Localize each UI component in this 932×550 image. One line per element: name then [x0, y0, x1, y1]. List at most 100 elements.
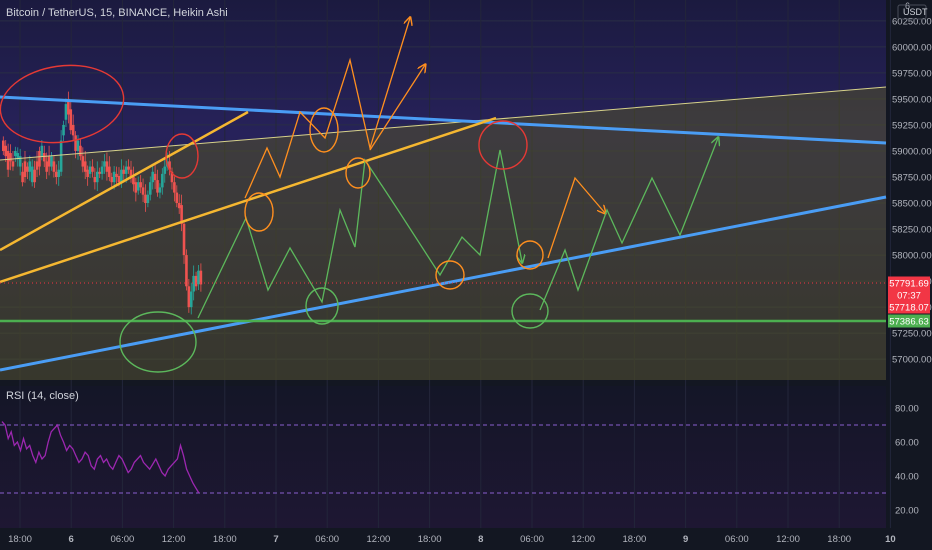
- candle-body: [62, 124, 65, 136]
- candle-body: [74, 135, 77, 151]
- rsi-pane-background: [0, 386, 886, 528]
- price-tick-label: 57250.00: [892, 329, 932, 340]
- time-tick-label: 18:00: [623, 534, 647, 545]
- time-tick-label: 06:00: [520, 534, 544, 545]
- candle-body: [139, 182, 142, 188]
- rsi-tick-label: 60.00: [895, 438, 919, 449]
- candle-body: [146, 194, 150, 204]
- currency-label: USDT: [903, 7, 928, 17]
- price-tick-label: 58750.00: [892, 172, 932, 183]
- candle-body: [14, 150, 17, 157]
- candle-body: [4, 145, 8, 157]
- candle-body: [177, 203, 181, 209]
- candle-body: [59, 140, 63, 172]
- price-tick-label: 58250.00: [892, 225, 932, 236]
- candle-body: [199, 270, 203, 285]
- candle-body: [103, 161, 106, 167]
- price-tick-label: 59000.00: [892, 146, 932, 157]
- price-tick-label: 58000.00: [892, 251, 932, 262]
- candle-body: [189, 291, 193, 308]
- candle-body: [132, 176, 135, 185]
- candle-body: [115, 173, 118, 177]
- price-tick-label: 59500.00: [892, 94, 932, 105]
- time-tick-label: 18:00: [418, 534, 442, 545]
- candle-body: [47, 156, 51, 167]
- candle-body: [108, 166, 111, 177]
- candle-body: [76, 140, 80, 151]
- candle-body: [21, 171, 24, 183]
- time-tick-label: 06:00: [111, 534, 135, 545]
- candle-body: [122, 169, 126, 174]
- price-tag-label: 57386.63: [889, 317, 929, 328]
- time-tick-label: 06:00: [315, 534, 339, 545]
- candle-body: [192, 275, 195, 292]
- candle-body: [42, 153, 46, 162]
- candle-body: [93, 176, 97, 183]
- candle-body: [28, 161, 32, 172]
- candle-body: [9, 153, 12, 162]
- candle-body: [144, 194, 147, 204]
- candle-body: [127, 166, 130, 170]
- price-tick-label: 58500.00: [892, 199, 932, 210]
- candle-body: [79, 145, 82, 157]
- candle-body: [112, 171, 116, 183]
- candle-body: [185, 255, 188, 287]
- time-tick-label: 12:00: [367, 534, 391, 545]
- time-tick-label: 10: [885, 534, 896, 545]
- candle-body: [105, 161, 109, 172]
- time-tick-label: 7: [273, 534, 278, 545]
- symbol-title[interactable]: Bitcoin / TetherUS, 15, BINANCE, Heikin …: [6, 7, 228, 19]
- candle-body: [124, 166, 128, 174]
- price-tick-label: 59750.00: [892, 68, 932, 79]
- rsi-tick-label: 20.00: [895, 506, 919, 517]
- candle-body: [69, 109, 73, 131]
- time-tick-label: 6: [69, 534, 74, 545]
- candle-body: [52, 161, 56, 172]
- candle-body: [50, 156, 53, 167]
- candle-body: [156, 180, 159, 193]
- btc-usdt-chart[interactable]: 60250.0060000.0059750.0059500.0059250.00…: [0, 0, 932, 550]
- candle-body: [45, 161, 48, 172]
- candle-body: [23, 161, 27, 177]
- candle-body: [175, 192, 179, 204]
- candle-body: [153, 173, 157, 181]
- rsi-tick-label: 40.00: [895, 472, 919, 483]
- time-tick-label: 06:00: [725, 534, 749, 545]
- candle-body: [120, 169, 123, 183]
- pane-separator[interactable]: [0, 380, 932, 386]
- time-tick-label: 18:00: [213, 534, 237, 545]
- candle-body: [197, 270, 200, 285]
- candle-body: [86, 169, 89, 177]
- candle-body: [134, 182, 138, 193]
- price-tags: 57791.6907:3757718.07 57386.63: [888, 276, 930, 328]
- candle-body: [6, 150, 10, 170]
- time-tick-label: 18:00: [827, 534, 851, 545]
- candle-body: [11, 161, 15, 167]
- price-tag-label: 57791.69: [889, 279, 929, 290]
- candle-body: [55, 171, 58, 177]
- candle-body: [151, 171, 154, 183]
- candle-body: [194, 275, 198, 287]
- time-tick-label: 12:00: [162, 534, 186, 545]
- candle-body: [26, 166, 29, 172]
- candle-body: [71, 124, 75, 136]
- time-tick-label: 8: [478, 534, 483, 545]
- candle-body: [136, 182, 140, 191]
- candle-body: [110, 176, 114, 183]
- time-tick-label: 12:00: [776, 534, 800, 545]
- candle-body: [161, 173, 164, 188]
- price-tick-label: 59250.00: [892, 120, 932, 131]
- price-axis-background[interactable]: [886, 0, 932, 550]
- candle-body: [158, 187, 162, 193]
- candle-body: [98, 171, 101, 174]
- candle-body: [100, 166, 104, 174]
- price-tick-label: 60000.00: [892, 42, 932, 53]
- candle-body: [81, 156, 85, 167]
- candle-body: [30, 166, 34, 183]
- candle-body: [141, 187, 145, 195]
- candle-body: [95, 171, 99, 183]
- rsi-label[interactable]: RSI (14, close): [6, 390, 79, 402]
- candle-body: [2, 140, 5, 151]
- candle-body: [18, 156, 22, 167]
- candle-body: [64, 104, 68, 120]
